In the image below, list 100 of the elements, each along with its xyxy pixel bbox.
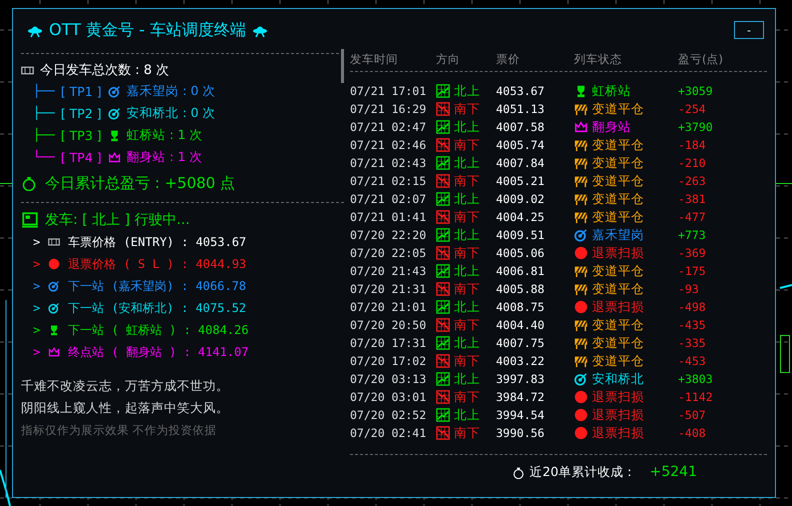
falling-chart-icon: [436, 318, 450, 332]
column-header: 发车时间: [350, 51, 399, 68]
status-label: 退票扫损: [592, 406, 644, 424]
direction-label: 北上: [454, 118, 480, 136]
pnl-cell-text: -507: [678, 407, 707, 424]
tp-tag: [ TP2 ]: [60, 106, 102, 120]
barrier-icon: [574, 264, 588, 278]
target-icon: [48, 280, 60, 292]
pnl-cell-text: -254: [678, 101, 707, 118]
direction-label: 北上: [454, 190, 480, 208]
price-cell-text: 4008.75: [496, 299, 546, 316]
barrier-icon: [574, 102, 588, 116]
time-cell-text: 07/21 02:43: [350, 155, 428, 172]
falling-chart-icon: [436, 426, 450, 440]
status-label: 虹桥站: [592, 82, 631, 100]
rising-chart-icon: [436, 336, 450, 350]
time-cell-text: 07/20 22:05: [350, 245, 428, 262]
falling-chart-icon: [436, 210, 450, 224]
pnl-cell-text: -263: [678, 173, 707, 190]
tree-branch: ├──: [33, 106, 55, 120]
minimize-button[interactable]: -: [734, 21, 764, 39]
total-profit: 今日累计总盈亏 : +5080 点: [45, 174, 236, 192]
status-label: 变道平仓: [592, 154, 644, 172]
status-label: 变道平仓: [592, 262, 644, 280]
tp-tag: [ TP1 ]: [60, 84, 102, 98]
cumulative-value: +5241: [650, 464, 697, 480]
price-level: 终点站 ( 翻身站 ) : 4141.07: [68, 344, 249, 360]
stop-sign-icon: [48, 258, 60, 270]
rising-chart-icon: [436, 228, 450, 242]
price-cell-text: 3990.56: [496, 425, 546, 442]
pnl-cell-text: +3803: [678, 371, 714, 388]
falling-chart-icon: [436, 246, 450, 260]
direction-label: 北上: [454, 82, 480, 100]
price-cell-text: 4004.40: [496, 317, 546, 334]
status-label: 退票扫损: [592, 244, 644, 262]
falling-chart-icon: [436, 174, 450, 188]
station-count: 虹桥站 : 1 次: [126, 126, 203, 144]
pnl-cell-text: -498: [678, 299, 707, 316]
rising-chart-icon: [436, 192, 450, 206]
pnl-cell-text: -408: [678, 425, 707, 442]
status-label: 变道平仓: [592, 208, 644, 226]
pnl-cell-text: -175: [678, 263, 707, 280]
pnl-cell-text: -453: [678, 353, 707, 370]
falling-chart-icon: [436, 282, 450, 296]
panel-title: OTT 黄金号 - 车站调度终端: [49, 20, 246, 40]
poem-line: 阴阳线上窥人性，起落声中笑大风。: [21, 399, 230, 417]
price-level: 下一站 (嘉禾望岗) : 4066.78: [68, 278, 246, 294]
direction-label: 南下: [454, 280, 480, 298]
column-header: 方向: [436, 51, 461, 68]
price-cell-text: 4005.74: [496, 137, 546, 154]
stop-sign-icon: [574, 246, 588, 260]
target-icon: [574, 372, 588, 386]
direction-label: 北上: [454, 370, 480, 388]
price-level: 车票价格 (ENTRY) : 4053.67: [68, 234, 246, 250]
status-label: 变道平仓: [592, 280, 644, 298]
ticket-icon: [21, 64, 34, 76]
barrier-icon: [574, 282, 588, 296]
rising-chart-icon: [436, 84, 450, 98]
candlestick: [780, 335, 790, 373]
disclaimer: 指标仅作为展示效果 不作为投资依据: [21, 422, 218, 439]
price-cell-text: 3984.72: [496, 389, 546, 406]
crown-icon: [108, 150, 121, 164]
station-count: 嘉禾望岗 : 0 次: [126, 82, 216, 100]
time-cell-text: 07/20 03:13: [350, 371, 428, 388]
tree-branch: └──: [33, 150, 55, 164]
time-cell-text: 07/20 21:31: [350, 281, 428, 298]
column-header: 盈亏(点): [678, 51, 724, 68]
price-cell-text: 4051.13: [496, 101, 546, 118]
rising-chart-icon: [436, 300, 450, 314]
direction-label: 南下: [454, 316, 480, 334]
trip-count: 今日发车总次数 : 8 次: [40, 62, 170, 79]
time-cell-text: 07/20 03:01: [350, 389, 428, 406]
time-cell-text: 07/21 02:07: [350, 191, 428, 208]
barrier-icon: [574, 156, 588, 170]
price-cell-text: 4005.06: [496, 245, 546, 262]
direction-label: 南下: [454, 208, 480, 226]
direction-label: 南下: [454, 100, 480, 118]
pnl-cell-text: -1142: [678, 389, 714, 406]
cumulative-label: 近20单累计收成 :: [530, 464, 632, 480]
rising-chart-icon: [436, 372, 450, 386]
time-cell-text: 07/20 21:01: [350, 299, 428, 316]
falling-chart-icon: [436, 102, 450, 116]
status-label: 变道平仓: [592, 172, 644, 190]
status-label: 变道平仓: [592, 352, 644, 370]
price-cell-text: 3997.83: [496, 371, 546, 388]
station-count: 翻身站 : 1 次: [126, 148, 203, 166]
pnl-cell-text: +3790: [678, 119, 714, 136]
falling-chart-icon: [436, 138, 450, 152]
tp-tag: [ TP4 ]: [60, 150, 102, 164]
price-level: 下一站 ( 虹桥站 ) : 4084.26: [68, 322, 249, 338]
column-header: 列车状态: [574, 51, 623, 68]
target-icon: [108, 106, 121, 120]
price-cell-text: 4005.88: [496, 281, 546, 298]
pnl-cell-text: -210: [678, 155, 707, 172]
poem-line: 千难不改凌云志，万苦方成不世功。: [21, 377, 230, 395]
status-label: 变道平仓: [592, 334, 644, 352]
station-count: 安和桥北 : 0 次: [126, 104, 216, 122]
price-cell-text: 4007.84: [496, 155, 546, 172]
column-header: 票价: [496, 51, 521, 68]
scrollbar[interactable]: [341, 49, 344, 83]
